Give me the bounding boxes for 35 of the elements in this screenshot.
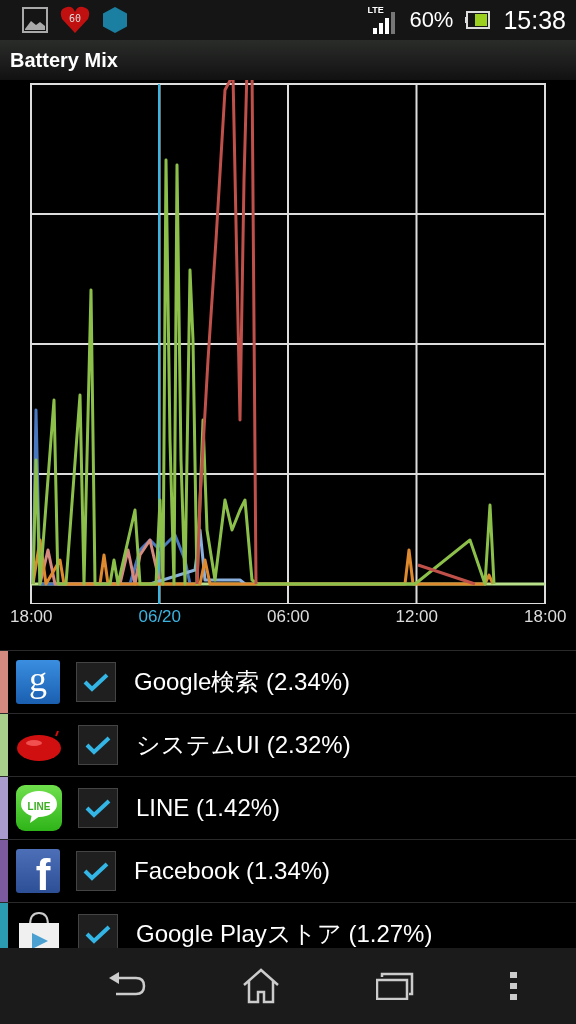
axis-label: 12:00 xyxy=(395,607,438,627)
axis-label: 06/20 xyxy=(138,607,181,627)
recent-apps-icon[interactable] xyxy=(376,972,414,1000)
search-app-icon: g xyxy=(16,660,60,704)
home-icon[interactable] xyxy=(242,968,280,1004)
axis-label: 18:00 xyxy=(523,607,567,627)
clock: 15:38 xyxy=(503,5,566,35)
battery-percentage: 60% xyxy=(409,7,454,33)
app-usage-label: Facebook (1.34%) xyxy=(134,857,331,885)
checkbox[interactable] xyxy=(76,851,116,891)
heart-rate-icon: 60 xyxy=(60,6,90,34)
app-usage-label: LINE (1.42%) xyxy=(136,794,281,822)
battery-icon xyxy=(465,11,492,29)
checkmark-icon xyxy=(83,861,109,881)
checkmark-icon xyxy=(85,735,111,755)
checkmark-icon xyxy=(85,924,111,944)
axis-label: 18:00 xyxy=(9,607,53,627)
app-usage-label: Google検索 (2.34%) xyxy=(134,667,351,697)
app-title: Battery Mix xyxy=(10,48,118,72)
app-usage-label: システムUI (2.32%) xyxy=(136,730,351,760)
shopping-bag-icon xyxy=(16,911,62,948)
checkmark-icon xyxy=(83,672,109,692)
axis-label: 06:00 xyxy=(266,607,310,627)
checkmark-icon xyxy=(85,798,111,818)
checkbox[interactable] xyxy=(78,788,118,828)
checkbox[interactable] xyxy=(78,725,118,765)
checkbox[interactable] xyxy=(78,914,118,948)
menu-icon[interactable] xyxy=(510,972,518,1000)
image-icon xyxy=(22,7,48,33)
network-type: LTE xyxy=(367,6,384,15)
social-app-icon: f xyxy=(16,849,60,893)
checkbox[interactable] xyxy=(76,662,116,702)
hexagon-icon xyxy=(102,6,128,34)
chat-app-icon: LINE xyxy=(16,785,62,831)
app-usage-label: Google Playストア (1.27%) xyxy=(136,919,433,948)
